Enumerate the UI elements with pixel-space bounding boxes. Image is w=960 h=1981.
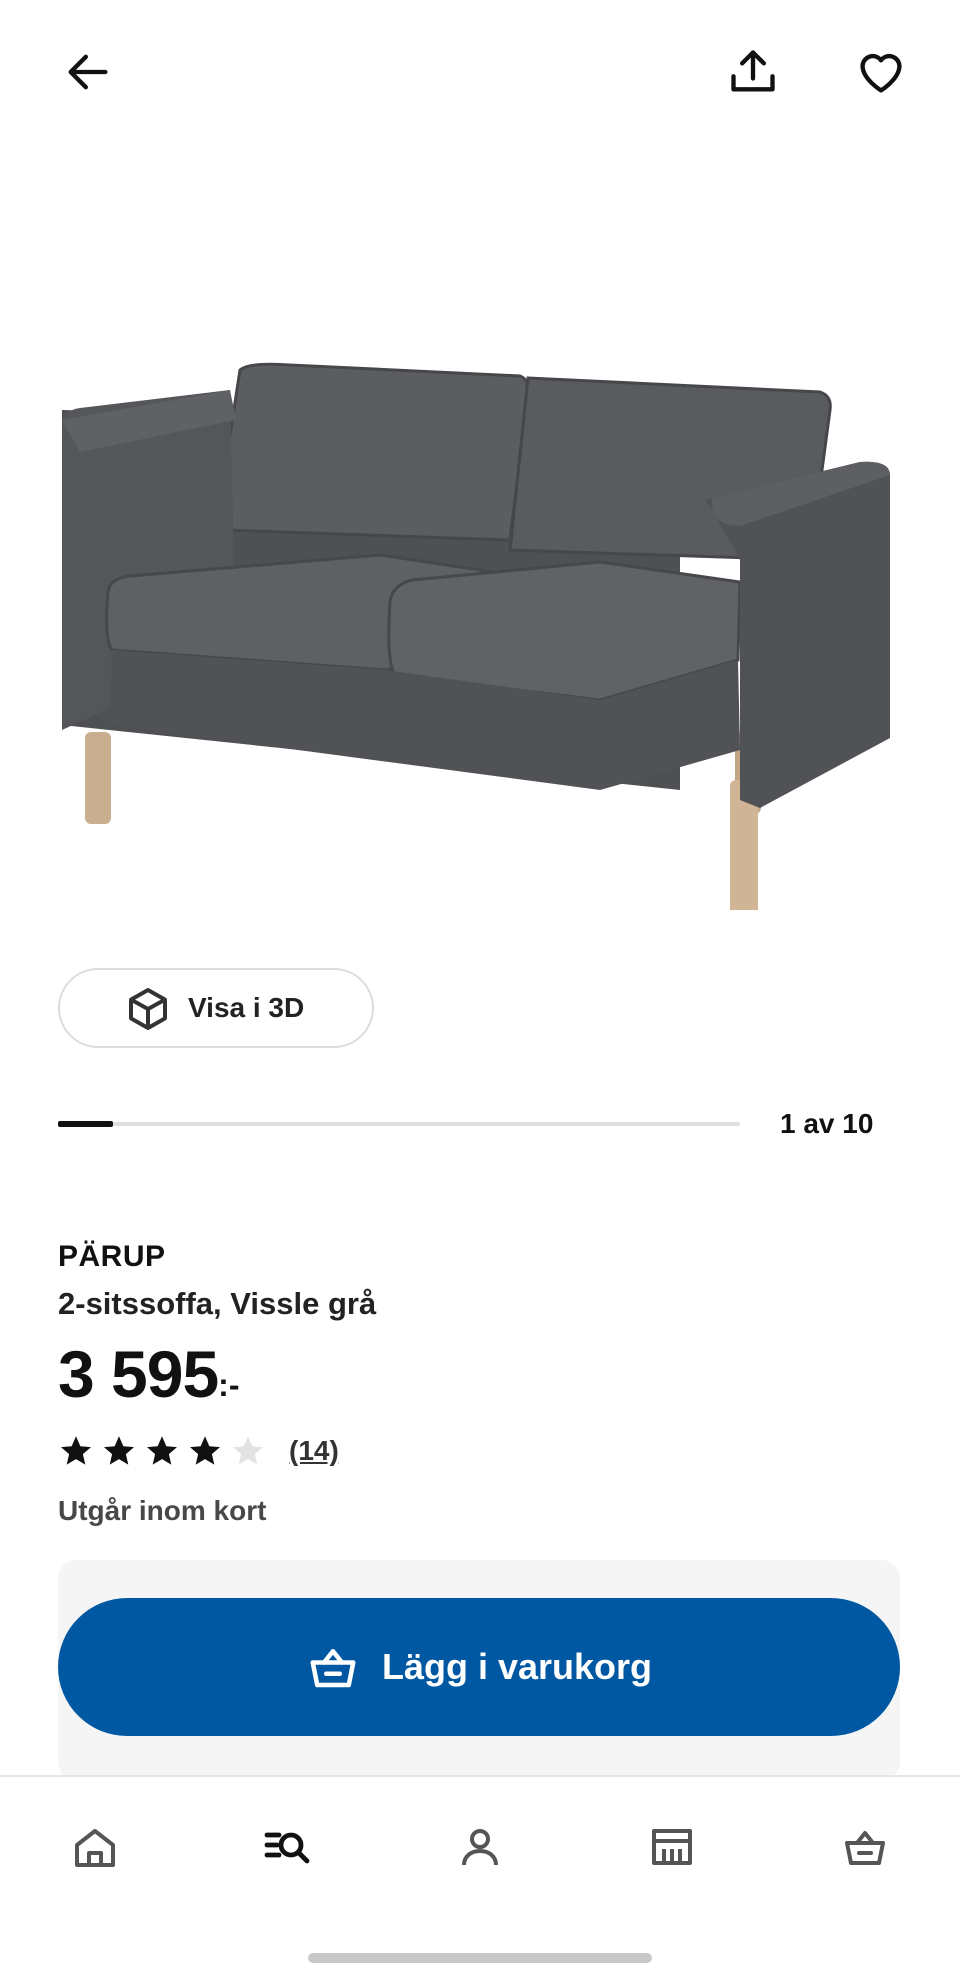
product-rating[interactable]: (14): [58, 1433, 339, 1469]
review-count-link[interactable]: (14): [289, 1435, 339, 1467]
gallery-progress-fill: [58, 1121, 113, 1127]
star-filled-icon: [104, 1436, 134, 1465]
nav-stores[interactable]: [632, 1807, 712, 1887]
view-in-3d-button[interactable]: Visa i 3D: [58, 968, 374, 1048]
star-filled-icon: [147, 1436, 177, 1465]
heart-icon: [860, 53, 902, 93]
product-price: 3 595 :-: [58, 1336, 239, 1412]
cube-icon: [129, 988, 167, 1030]
profile-icon: [462, 1829, 498, 1866]
basket-icon: [310, 1649, 356, 1688]
nav-cart[interactable]: [825, 1807, 905, 1887]
home-icon: [75, 1829, 115, 1867]
star-filled-icon: [190, 1436, 220, 1465]
basket-icon: [845, 1831, 885, 1865]
nav-profile[interactable]: [440, 1807, 520, 1887]
product-description: 2-sitssoffa, Vissle grå: [58, 1286, 377, 1321]
add-to-cart-button[interactable]: Lägg i varukorg: [58, 1598, 900, 1736]
star-empty-icon: [233, 1436, 263, 1465]
nav-home[interactable]: [55, 1807, 135, 1887]
search-icon: [264, 1832, 310, 1864]
add-to-cart-label: Lägg i varukorg: [381, 1646, 653, 1687]
gallery-progress-bar: [58, 1121, 740, 1127]
bottom-navigation: [0, 1775, 960, 1981]
view-in-3d-label: Visa i 3D: [188, 992, 305, 1023]
home-indicator: [308, 1953, 652, 1963]
availability-status: Utgår inom kort: [58, 1495, 267, 1526]
arrow-left-icon: [68, 54, 108, 90]
nav-search[interactable]: [247, 1807, 327, 1887]
product-image[interactable]: [40, 330, 920, 920]
store-icon: [652, 1829, 692, 1865]
price-amount: 3 595: [58, 1337, 219, 1411]
share-button[interactable]: [713, 32, 793, 112]
top-bar: [0, 0, 960, 150]
favorite-button[interactable]: [841, 32, 921, 112]
gallery-page-count: 1 av 10: [780, 1108, 874, 1139]
price-suffix: :-: [218, 1367, 240, 1403]
share-icon: [731, 50, 775, 92]
product-brand: PÄRUP: [58, 1240, 166, 1273]
star-filled-icon: [61, 1436, 91, 1465]
rating-stars: [58, 1433, 273, 1469]
sofa-image: [62, 362, 890, 920]
back-button[interactable]: [48, 32, 128, 112]
